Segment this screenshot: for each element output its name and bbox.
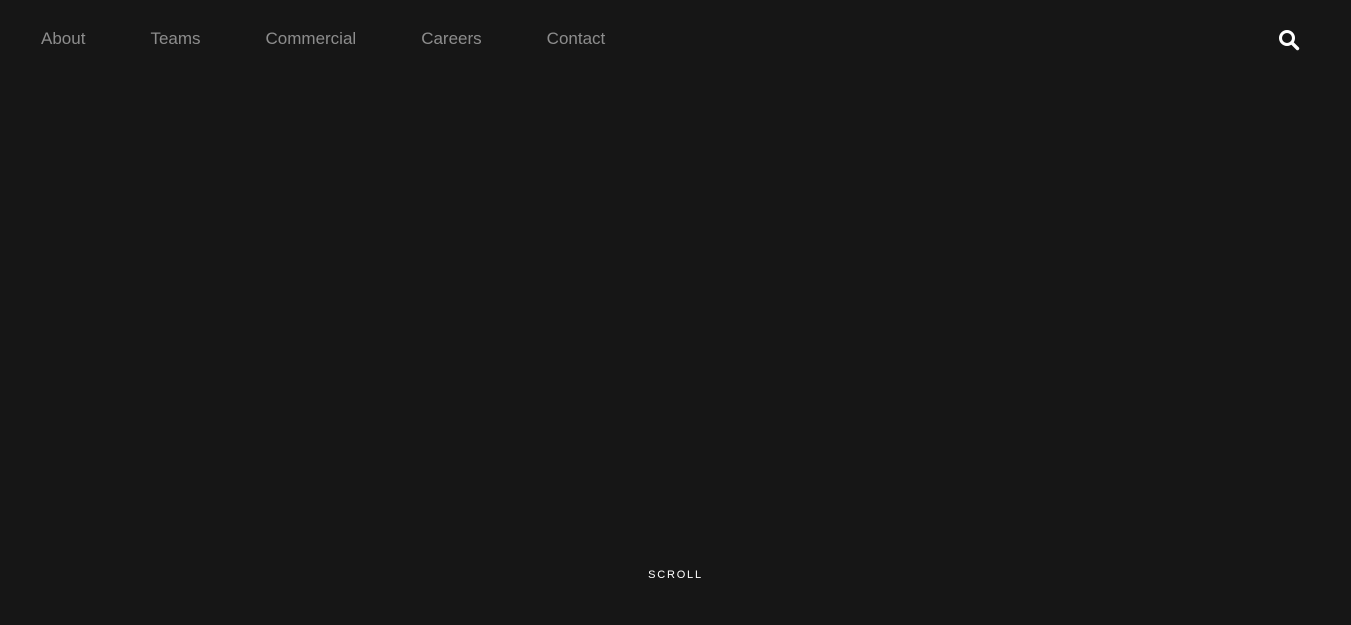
scroll-indicator[interactable]: SCROLL bbox=[0, 568, 1351, 582]
hero-section bbox=[0, 78, 1351, 625]
search-button[interactable] bbox=[1276, 27, 1302, 53]
top-navigation: About Teams Commercial Careers Contact bbox=[0, 0, 1351, 78]
nav-link-careers[interactable]: Careers bbox=[421, 28, 481, 50]
nav-link-about[interactable]: About bbox=[41, 28, 85, 50]
search-icon bbox=[1279, 30, 1300, 51]
nav-link-contact[interactable]: Contact bbox=[547, 28, 606, 50]
primary-nav: About Teams Commercial Careers Contact bbox=[41, 28, 605, 50]
nav-link-teams[interactable]: Teams bbox=[150, 28, 200, 50]
nav-link-commercial[interactable]: Commercial bbox=[266, 28, 357, 50]
